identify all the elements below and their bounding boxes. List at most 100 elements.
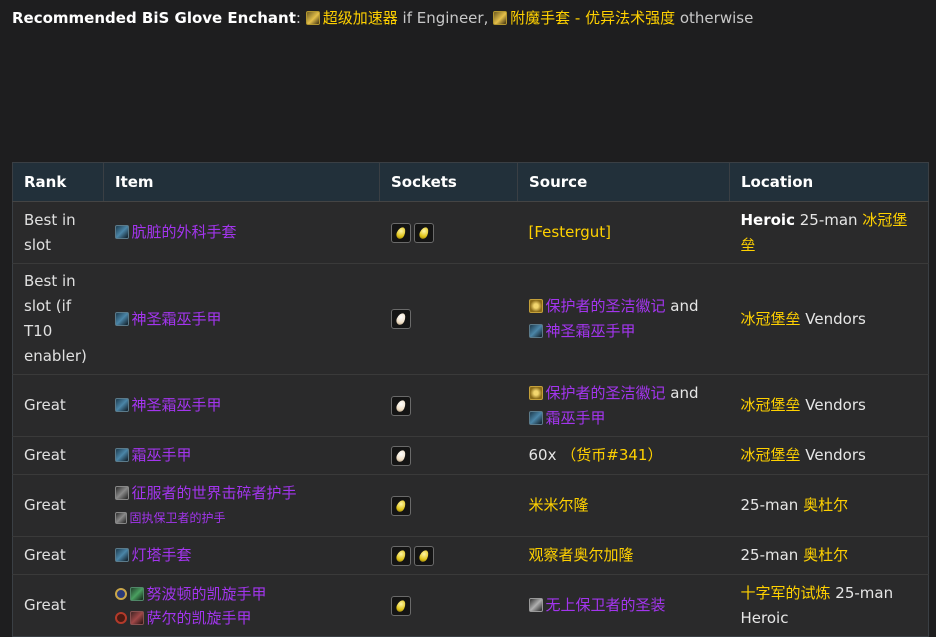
- source-cell: 保护者的圣洁徽记 and 霜巫手甲: [517, 374, 730, 437]
- location-cell: 25-man 奥杜尔: [729, 536, 929, 575]
- item-line: 征服者的世界击碎者护手: [114, 481, 369, 505]
- recommendation-label: Recommended BiS Glove Enchant: [12, 9, 296, 27]
- item-link[interactable]: 努波顿的凯旋手甲: [147, 585, 267, 603]
- item-link[interactable]: 固执保卫者的护手: [130, 511, 226, 525]
- source-cell: 观察者奥尔加隆: [517, 536, 730, 575]
- location-cell: Heroic 25-man 冰冠堡垒: [729, 201, 929, 264]
- location-text: 25-man: [835, 583, 894, 602]
- item-link[interactable]: 神圣霜巫手甲: [132, 310, 222, 328]
- rank-text: Great: [24, 446, 66, 464]
- item-link[interactable]: 霜巫手甲: [132, 446, 192, 464]
- item-link[interactable]: 萨尔的凯旋手甲: [147, 609, 252, 627]
- item-link[interactable]: 肮脏的外科手套: [132, 223, 237, 241]
- source-cell: 米米尔隆: [517, 474, 730, 537]
- item-cell: 征服者的世界击碎者护手固执保卫者的护手: [103, 474, 380, 537]
- sockets-cell: [379, 201, 518, 264]
- location-place-link[interactable]: 冰冠堡垒: [741, 396, 801, 414]
- rank-cell: Great: [12, 436, 104, 475]
- column-header-item: Item: [103, 162, 380, 202]
- glove-icon: [114, 448, 129, 462]
- source-link[interactable]: 观察者奥尔加隆: [529, 546, 634, 564]
- table-row: Great 征服者的世界击碎者护手固执保卫者的护手 米米尔隆 25-man 奥杜尔: [12, 474, 929, 537]
- source-link[interactable]: （货币#341）: [561, 446, 662, 464]
- table-row: Great 努波顿的凯旋手甲 萨尔的凯旋手甲 无上保卫者的圣装 十字军的试炼 25-ma…: [12, 574, 929, 637]
- location-text: Vendors: [805, 446, 866, 464]
- source-link[interactable]: 米米尔隆: [529, 496, 589, 514]
- location-text: 25-man: [740, 546, 799, 564]
- column-header-sockets: Sockets: [379, 162, 518, 202]
- source-link[interactable]: 保护者的圣洁徽记: [546, 297, 666, 315]
- sockets-cell: [379, 536, 518, 575]
- source-link[interactable]: [Festergut]: [529, 223, 611, 241]
- meta-socket-icon: [390, 445, 411, 466]
- rank-text: Best in slot: [24, 210, 76, 254]
- table-row: Great 神圣霜巫手甲 保护者的圣洁徽记 and 霜巫手甲 冰冠堡垒 Vendors: [12, 374, 929, 437]
- location-place-link[interactable]: 冰冠堡垒: [741, 446, 801, 464]
- source-link[interactable]: 霜巫手甲: [546, 409, 606, 427]
- location-text: Vendors: [805, 309, 866, 328]
- source-text: and: [670, 383, 699, 402]
- source-cell: 保护者的圣洁徽记 and 神圣霜巫手甲: [517, 263, 730, 375]
- enchant-engineer-link[interactable]: 超级加速器: [323, 9, 398, 27]
- alliance-faction-icon: [114, 587, 127, 600]
- item-cell: 神圣霜巫手甲: [103, 374, 380, 437]
- source-text: 60x: [528, 446, 557, 464]
- item-line: 霜巫手甲: [114, 443, 369, 468]
- column-header-location: Location: [729, 162, 929, 202]
- location-difficulty: Heroic: [740, 210, 795, 229]
- item-line: 努波顿的凯旋手甲: [114, 582, 369, 606]
- table-row: Best in slot (if T10 enabler) 神圣霜巫手甲 保护者的圣…: [12, 263, 929, 375]
- table-row: Best in slot 肮脏的外科手套 [Festergut] Heroic 25-…: [12, 201, 929, 264]
- yellow-socket-icon: [390, 495, 411, 516]
- bis-gloves-table: Rank Item Sockets Source Location Best i…: [12, 162, 929, 637]
- source-cell: [Festergut]: [517, 201, 730, 264]
- glove-enchant-recommendation: Recommended BiS Glove Enchant: 超级加速器 if …: [12, 9, 754, 27]
- glove-icon: [114, 225, 129, 239]
- location-difficulty: Heroic: [740, 608, 789, 627]
- location-place-link[interactable]: 奥杜尔: [803, 496, 848, 514]
- rank-text: Great: [24, 546, 66, 564]
- source-link[interactable]: 神圣霜巫手甲: [546, 322, 636, 340]
- column-header-source: Source: [517, 162, 730, 202]
- meta-socket-icon: [390, 395, 411, 416]
- glove4-icon: [129, 586, 144, 601]
- item-link[interactable]: 征服者的世界击碎者护手: [132, 484, 297, 502]
- token-icon: [528, 385, 543, 400]
- source-link[interactable]: 保护者的圣洁徽记: [546, 384, 666, 402]
- item-line: 神圣霜巫手甲: [114, 307, 369, 332]
- item-link[interactable]: 灯塔手套: [132, 546, 192, 564]
- enchant-icon: [493, 11, 508, 25]
- location-text: 25-man: [799, 210, 858, 229]
- glove-icon: [528, 324, 543, 338]
- item-link[interactable]: 神圣霜巫手甲: [132, 396, 222, 414]
- location-place-link[interactable]: 冰冠堡垒: [741, 310, 801, 328]
- rank-cell: Best in slot: [12, 201, 104, 264]
- rank-text: Great: [24, 396, 66, 414]
- column-header-rank: Rank: [12, 162, 104, 202]
- item-line: 肮脏的外科手套: [114, 220, 369, 245]
- enchant-other-link[interactable]: 附魔手套 - 优异法术强度: [510, 9, 675, 27]
- location-cell: 25-man 奥杜尔: [729, 474, 929, 537]
- source-text: and: [670, 297, 699, 315]
- enchant-icon: [305, 11, 320, 25]
- glove2-icon: [114, 486, 129, 500]
- table-row: Great 霜巫手甲 60x （货币#341） 冰冠堡垒 Vendors: [12, 436, 929, 475]
- yellow-socket-icon: [390, 545, 411, 566]
- chest-icon: [528, 598, 543, 612]
- glove-icon: [114, 398, 129, 412]
- item-cell: 灯塔手套: [103, 536, 380, 575]
- source-link[interactable]: 无上保卫者的圣装: [546, 596, 666, 614]
- sockets-cell: [379, 374, 518, 437]
- item-cell: 肮脏的外科手套: [103, 201, 380, 264]
- table-row: Great 灯塔手套 观察者奥尔加隆 25-man 奥杜尔: [12, 536, 929, 575]
- rank-cell: Best in slot (if T10 enabler): [12, 263, 104, 375]
- item-cell: 努波顿的凯旋手甲 萨尔的凯旋手甲: [103, 574, 380, 637]
- sockets-cell: [379, 436, 518, 475]
- glove2-icon: [114, 512, 127, 524]
- location-place-link[interactable]: 奥杜尔: [803, 546, 848, 564]
- location-place-link[interactable]: 十字军的试炼: [741, 584, 831, 602]
- yellow-socket-icon: [413, 545, 434, 566]
- yellow-socket-icon: [413, 222, 434, 243]
- item-cell: 神圣霜巫手甲: [103, 263, 380, 375]
- rank-text: Great: [24, 496, 66, 514]
